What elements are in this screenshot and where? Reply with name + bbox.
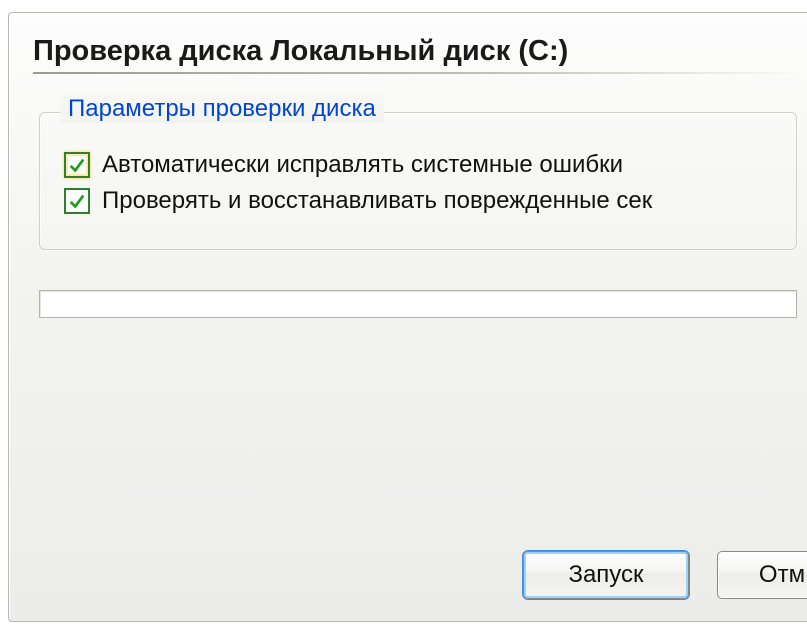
dialog-window: Проверка диска Локальный диск (C:) Парам… bbox=[8, 12, 807, 622]
dialog-content: Параметры проверки диска Автоматически и… bbox=[9, 84, 807, 318]
checkbox-scan-recover[interactable] bbox=[64, 188, 90, 214]
option-label: Проверять и восстанавливать поврежденные… bbox=[102, 187, 652, 215]
button-label: Запуск bbox=[568, 561, 643, 589]
check-icon bbox=[68, 192, 86, 210]
start-button[interactable]: Запуск bbox=[523, 551, 689, 599]
title-bar: Проверка диска Локальный диск (C:) bbox=[9, 13, 807, 84]
option-row-scan-recover[interactable]: Проверять и восстанавливать поврежденные… bbox=[64, 187, 772, 215]
option-row-fix-errors[interactable]: Автоматически исправлять системные ошибк… bbox=[64, 151, 772, 179]
group-legend: Параметры проверки диска bbox=[60, 95, 384, 123]
checkbox-fix-errors[interactable] bbox=[64, 152, 90, 178]
button-row: Запуск Отм bbox=[9, 551, 807, 599]
cancel-button[interactable]: Отм bbox=[717, 551, 807, 599]
button-label: Отм bbox=[759, 561, 805, 589]
title-separator bbox=[33, 72, 803, 74]
disk-check-options-group: Параметры проверки диска Автоматически и… bbox=[39, 112, 797, 250]
dialog-title: Проверка диска Локальный диск (C:) bbox=[33, 35, 803, 68]
option-label: Автоматически исправлять системные ошибк… bbox=[102, 151, 623, 179]
progress-bar bbox=[39, 290, 797, 318]
check-icon bbox=[68, 156, 86, 174]
